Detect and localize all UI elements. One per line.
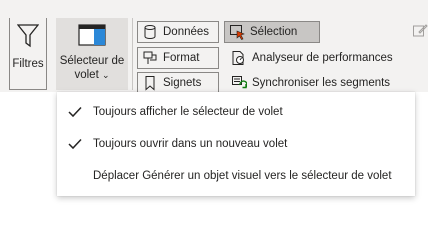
selection-pane-label: Sélection: [250, 26, 298, 38]
bookmarks-pane-button[interactable]: Signets: [137, 72, 219, 94]
performance-analyzer-label: Analyseur de performances: [252, 52, 393, 64]
disabled-edit-icon: [412, 23, 428, 39]
performance-analyzer-button[interactable]: Analyseur de performances: [228, 47, 396, 69]
pane-switcher-label-line2: volet ⌄: [74, 68, 109, 82]
menu-item-always-open-new-pane[interactable]: Toujours ouvrir dans un nouveau volet: [57, 128, 415, 160]
filters-button[interactable]: Filtres: [9, 18, 47, 90]
format-pane-button[interactable]: Format: [137, 47, 219, 69]
menu-item-label: Toujours afficher le sélecteur de volet: [93, 106, 283, 118]
data-pane-label: Données: [163, 26, 210, 38]
data-pane-button[interactable]: Données: [137, 21, 219, 43]
bookmarks-pane-label: Signets: [163, 77, 202, 89]
chevron-down-icon: ⌄: [101, 70, 110, 80]
bookmark-icon: [142, 75, 158, 91]
funnel-icon: [16, 23, 40, 49]
checkmark-icon: [57, 138, 93, 150]
format-pane-label: Format: [163, 52, 200, 64]
filters-label: Filtres: [12, 58, 44, 70]
menu-item-move-build-visual[interactable]: Déplacer Générer un objet visuel vers le…: [57, 160, 415, 192]
sync-slicers-label: Synchroniser les segments: [252, 77, 391, 89]
paintbrush-icon: [142, 50, 158, 66]
pane-switcher-label-volet: volet: [74, 69, 99, 81]
pane-switcher-label-line1: Sélecteur de: [59, 55, 125, 67]
menu-item-label: Toujours ouvrir dans un nouveau volet: [93, 138, 288, 150]
database-icon: [142, 24, 158, 40]
menu-item-always-show-pane-switcher[interactable]: Toujours afficher le sélecteur de volet: [57, 96, 415, 128]
performance-analyzer-icon: [231, 50, 247, 66]
selection-icon: [229, 24, 245, 40]
selection-pane-button[interactable]: Sélection: [224, 21, 320, 43]
checkmark-icon: [57, 106, 93, 118]
sync-slicers-button[interactable]: Synchroniser les segments: [228, 72, 393, 94]
sync-slicers-icon: [231, 75, 248, 91]
ribbon-separator: [132, 18, 133, 90]
menu-item-label: Déplacer Générer un objet visuel vers le…: [93, 170, 392, 182]
pane-switcher-icon: [78, 24, 106, 46]
pane-switcher-dropdown: Toujours afficher le sélecteur de volet …: [57, 92, 415, 196]
pane-switcher-button[interactable]: Sélecteur de volet ⌄: [56, 18, 128, 90]
